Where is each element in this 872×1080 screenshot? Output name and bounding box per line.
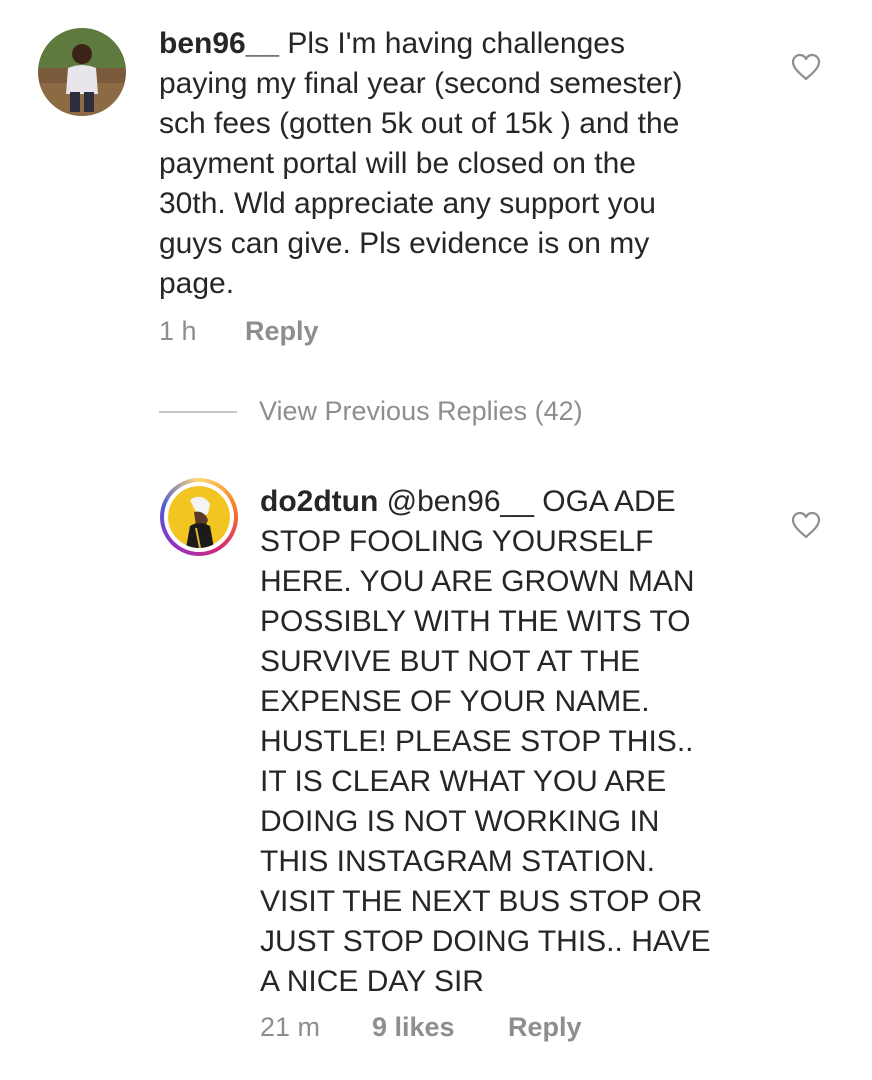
- reply-body: OGA ADE STOP FOOLING YOURSELF HERE. YOU …: [260, 485, 711, 998]
- avatar-do2dtun[interactable]: [160, 478, 238, 556]
- view-previous-replies-label[interactable]: View Previous Replies (42): [259, 396, 583, 427]
- comment-body: Pls I'm having challenges paying my fina…: [159, 27, 683, 300]
- comment-meta: 1 h Reply: [159, 316, 319, 347]
- comment-text: ben96__ Pls I'm having challenges paying…: [159, 24, 779, 304]
- likes-count[interactable]: 9 likes: [372, 1012, 508, 1043]
- comment-username[interactable]: ben96__: [159, 27, 279, 60]
- profile-photo-icon: [168, 486, 230, 548]
- reply-meta: 21 m 9 likes Reply: [260, 1012, 582, 1043]
- view-previous-replies[interactable]: View Previous Replies (42): [159, 396, 583, 427]
- heart-outline-icon[interactable]: [791, 511, 821, 539]
- heart-outline-icon[interactable]: [791, 53, 821, 81]
- reply-time: 21 m: [260, 1012, 321, 1042]
- avatar-ben96[interactable]: [38, 28, 126, 116]
- reply-button[interactable]: Reply: [245, 316, 319, 347]
- reply-text: do2dtun @ben96__ OGA ADE STOP FOOLING YO…: [260, 482, 800, 1002]
- profile-photo-icon: [38, 28, 126, 116]
- divider-line: [159, 410, 237, 413]
- reply-username[interactable]: do2dtun: [260, 485, 378, 518]
- reply-mention[interactable]: @ben96__: [378, 485, 534, 518]
- reply-button[interactable]: Reply: [508, 1012, 582, 1043]
- comment-time: 1 h: [159, 316, 197, 346]
